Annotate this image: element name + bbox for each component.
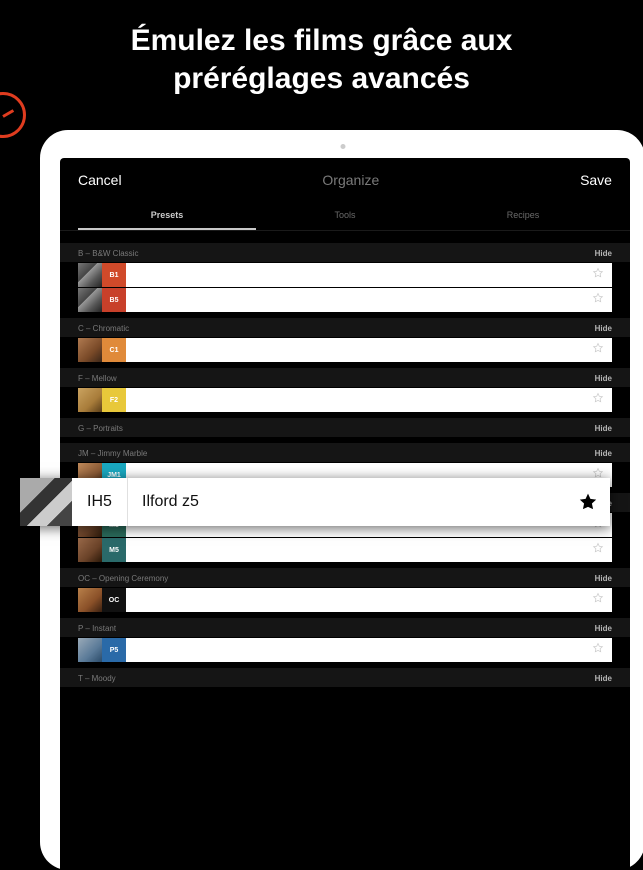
section-title: B – B&W Classic bbox=[78, 249, 138, 258]
tabs: Presets Tools Recipes bbox=[60, 202, 630, 231]
page-title: Organize bbox=[322, 172, 379, 188]
preset-code: IH5 bbox=[72, 478, 128, 526]
star-icon bbox=[592, 542, 604, 554]
favorite-button[interactable] bbox=[592, 391, 604, 409]
favorite-button[interactable] bbox=[592, 541, 604, 559]
section-header: T – Moody Hide bbox=[60, 668, 630, 687]
preset-chip: B1 bbox=[102, 263, 126, 287]
preset-bar bbox=[126, 638, 612, 662]
preset-thumb bbox=[78, 638, 102, 662]
favorite-button[interactable] bbox=[592, 341, 604, 359]
cancel-button[interactable]: Cancel bbox=[78, 172, 122, 188]
favorite-button[interactable] bbox=[592, 291, 604, 309]
preset-thumb bbox=[78, 263, 102, 287]
preset-chip: F2 bbox=[102, 388, 126, 412]
star-icon bbox=[592, 392, 604, 404]
favorite-button[interactable] bbox=[592, 591, 604, 609]
hide-button[interactable]: Hide bbox=[595, 674, 612, 683]
section-header: P – Instant Hide bbox=[60, 618, 630, 637]
section-header: B – B&W Classic Hide bbox=[60, 243, 630, 262]
section-header: JM – Jimmy Marble Hide bbox=[60, 443, 630, 462]
preset-row[interactable]: F2 bbox=[78, 388, 612, 412]
section-title: OC – Opening Ceremony bbox=[78, 574, 168, 583]
preset-chip: M5 bbox=[102, 538, 126, 562]
section-header: OC – Opening Ceremony Hide bbox=[60, 568, 630, 587]
topbar: Cancel Organize Save bbox=[60, 158, 630, 202]
preset-bar bbox=[126, 288, 612, 312]
hide-button[interactable]: Hide bbox=[595, 624, 612, 633]
section-title: T – Moody bbox=[78, 674, 116, 683]
preset-thumb bbox=[78, 288, 102, 312]
preset-thumb bbox=[78, 538, 102, 562]
preset-row[interactable]: B1 bbox=[78, 263, 612, 287]
tab-recipes[interactable]: Recipes bbox=[434, 202, 612, 230]
preset-thumb bbox=[78, 588, 102, 612]
presets-list: B – B&W Classic Hide B1B5 C – Chromatic Hide… bbox=[60, 231, 630, 687]
star-icon bbox=[592, 642, 604, 654]
section-header: C – Chromatic Hide bbox=[60, 318, 630, 337]
preset-row[interactable]: M5 bbox=[78, 538, 612, 562]
star-icon bbox=[592, 267, 604, 279]
preset-row[interactable]: P5 bbox=[78, 638, 612, 662]
promo-title: Émulez les films grâce aux préréglages a… bbox=[0, 0, 643, 115]
camera-dot bbox=[340, 144, 345, 149]
star-icon bbox=[592, 342, 604, 354]
preset-bar bbox=[126, 538, 612, 562]
tab-tools[interactable]: Tools bbox=[256, 202, 434, 230]
hide-button[interactable]: Hide bbox=[595, 374, 612, 383]
section-title: F – Mellow bbox=[78, 374, 117, 383]
preset-name: Ilford z5 bbox=[128, 478, 566, 526]
tab-presets[interactable]: Presets bbox=[78, 202, 256, 230]
preset-thumb bbox=[78, 338, 102, 362]
highlight-row[interactable]: IH5 Ilford z5 bbox=[20, 478, 610, 526]
preset-row[interactable]: C1 bbox=[78, 338, 612, 362]
preset-chip: OC bbox=[102, 588, 126, 612]
preset-row[interactable]: OC bbox=[78, 588, 612, 612]
section-title: C – Chromatic bbox=[78, 324, 129, 333]
favorite-button[interactable] bbox=[566, 478, 610, 526]
star-icon bbox=[578, 492, 598, 512]
star-icon bbox=[592, 592, 604, 604]
favorite-button[interactable] bbox=[592, 641, 604, 659]
hide-button[interactable]: Hide bbox=[595, 424, 612, 433]
section-title: P – Instant bbox=[78, 624, 116, 633]
section-header: G – Portraits Hide bbox=[60, 418, 630, 437]
preset-bar bbox=[126, 388, 612, 412]
preset-row[interactable]: B5 bbox=[78, 288, 612, 312]
preset-thumb bbox=[78, 388, 102, 412]
favorite-button[interactable] bbox=[592, 266, 604, 284]
save-button[interactable]: Save bbox=[580, 172, 612, 188]
preset-chip: P5 bbox=[102, 638, 126, 662]
section-title: G – Portraits bbox=[78, 424, 123, 433]
hide-button[interactable]: Hide bbox=[595, 574, 612, 583]
section-header: F – Mellow Hide bbox=[60, 368, 630, 387]
section-title: JM – Jimmy Marble bbox=[78, 449, 147, 458]
star-icon bbox=[592, 292, 604, 304]
preset-thumb bbox=[20, 478, 72, 526]
preset-bar bbox=[126, 263, 612, 287]
hide-button[interactable]: Hide bbox=[595, 324, 612, 333]
hide-button[interactable]: Hide bbox=[595, 249, 612, 258]
preset-bar bbox=[126, 338, 612, 362]
preset-chip: B5 bbox=[102, 288, 126, 312]
preset-chip: C1 bbox=[102, 338, 126, 362]
preset-bar bbox=[126, 588, 612, 612]
hide-button[interactable]: Hide bbox=[595, 449, 612, 458]
